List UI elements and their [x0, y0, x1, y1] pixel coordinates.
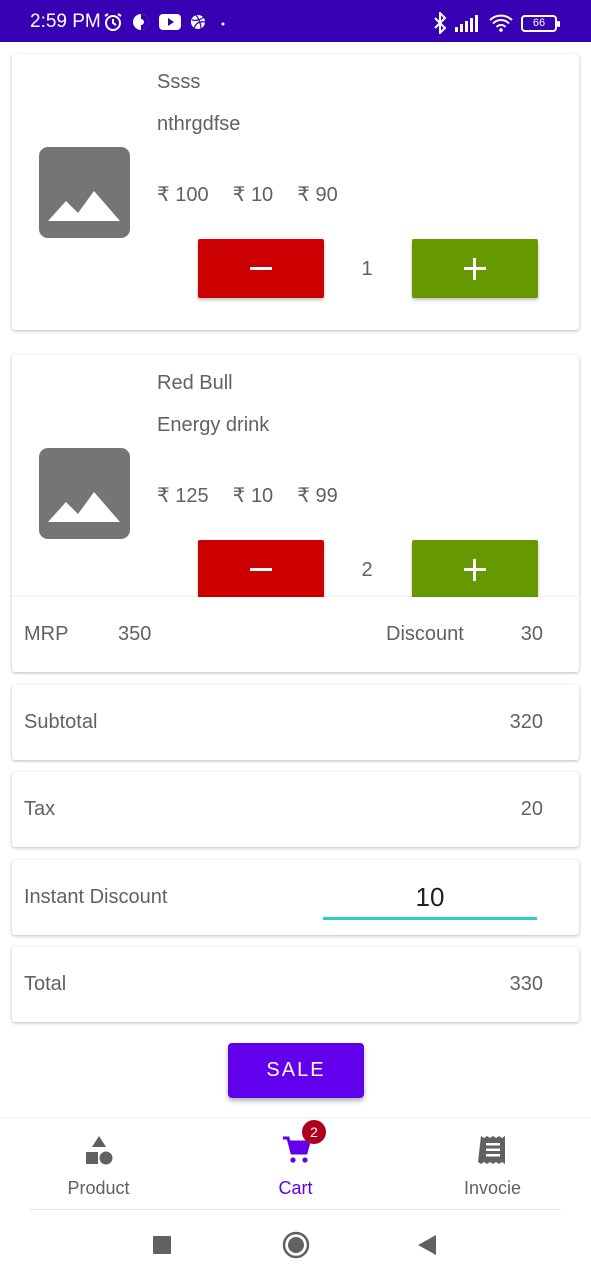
product-description: nthrgdfse [157, 113, 241, 135]
instant-discount-label: Instant Discount [24, 886, 168, 908]
product-price-row: ₹ 100 ₹ 10 ₹ 90 [157, 182, 362, 207]
subtotal-value: 320 [509, 711, 543, 733]
back-icon[interactable] [417, 1234, 437, 1256]
total-card: Total 330 [12, 947, 579, 1022]
status-system-icons: 66 [433, 12, 560, 34]
bluetooth-icon [434, 12, 447, 34]
product-name: Red Bull [157, 372, 233, 394]
bottom-navigation: Product 2 Cart Invocie [0, 1117, 591, 1209]
dot-icon [221, 22, 225, 26]
signal-icon [455, 15, 478, 32]
battery-icon: 66 [521, 14, 560, 32]
product-mrp: ₹ 100 [157, 184, 209, 206]
cart-item-card: Red Bull Energy drink ₹ 125 ₹ 10 ₹ 99 2 [12, 355, 579, 597]
nav-label-invoice: Invocie [463, 1178, 522, 1198]
recents-icon[interactable] [152, 1235, 172, 1255]
mrp-discount-card: MRP 350 Discount 30 [12, 597, 579, 672]
tax-label: Tax [24, 798, 56, 820]
quantity-value: 1 [361, 258, 373, 280]
product-image-placeholder-icon [39, 448, 130, 539]
cart-item-card: Ssss nthrgdfse ₹ 100 ₹ 10 ₹ 90 1 [12, 54, 579, 330]
dribbble-icon [191, 14, 206, 30]
cart-count-badge: 2 [302, 1120, 326, 1144]
sale-button[interactable]: SALE [228, 1043, 364, 1098]
discount-label: Discount [386, 623, 464, 645]
instant-discount-input[interactable] [323, 878, 537, 920]
nav-label-cart: Cart [278, 1178, 313, 1198]
mrp-value: 350 [118, 623, 152, 645]
product-price: ₹ 90 [297, 184, 338, 206]
status-time: 2:59 PM [30, 11, 101, 32]
status-notification-icons [103, 12, 227, 32]
total-label: Total [24, 973, 67, 995]
status-bar: 2:59 PM 66 [0, 0, 591, 42]
app-notification-icon [133, 14, 149, 30]
discount-value: 30 [520, 623, 543, 645]
tax-card: Tax 20 [12, 772, 579, 847]
total-value: 330 [509, 973, 543, 995]
subtotal-label: Subtotal [24, 711, 98, 733]
increase-quantity-button[interactable] [412, 540, 538, 597]
cart-item-list[interactable]: Ssss nthrgdfse ₹ 100 ₹ 10 ₹ 90 1 Red Bul… [0, 42, 591, 597]
nav-label-product: Product [67, 1178, 130, 1198]
product-price: ₹ 99 [297, 485, 338, 507]
tax-value: 20 [520, 798, 543, 820]
product-image-placeholder-icon [39, 147, 130, 238]
product-name: Ssss [157, 71, 201, 93]
system-navigation-bar [0, 1210, 591, 1280]
product-description: Energy drink [157, 414, 270, 436]
receipt-icon [478, 1136, 505, 1164]
quantity-value: 2 [361, 559, 373, 581]
instant-discount-card: Instant Discount [12, 860, 579, 935]
decrease-quantity-button[interactable] [198, 239, 324, 298]
nav-item-invoice[interactable]: Invocie [394, 1118, 591, 1210]
home-icon[interactable] [282, 1231, 310, 1259]
product-mrp: ₹ 125 [157, 485, 209, 507]
product-price-row: ₹ 125 ₹ 10 ₹ 99 [157, 483, 362, 508]
mrp-label: MRP [24, 623, 69, 645]
alarm-icon [104, 13, 122, 31]
product-discount: ₹ 10 [232, 485, 274, 507]
decrease-quantity-button[interactable] [198, 540, 324, 597]
wifi-icon [489, 14, 513, 32]
shapes-icon [86, 1136, 113, 1165]
subtotal-card: Subtotal 320 [12, 685, 579, 760]
nav-item-cart[interactable]: 2 Cart [197, 1118, 394, 1210]
increase-quantity-button[interactable] [412, 239, 538, 298]
nav-item-product[interactable]: Product [0, 1118, 197, 1210]
youtube-icon [159, 14, 181, 30]
product-discount: ₹ 10 [232, 184, 274, 206]
